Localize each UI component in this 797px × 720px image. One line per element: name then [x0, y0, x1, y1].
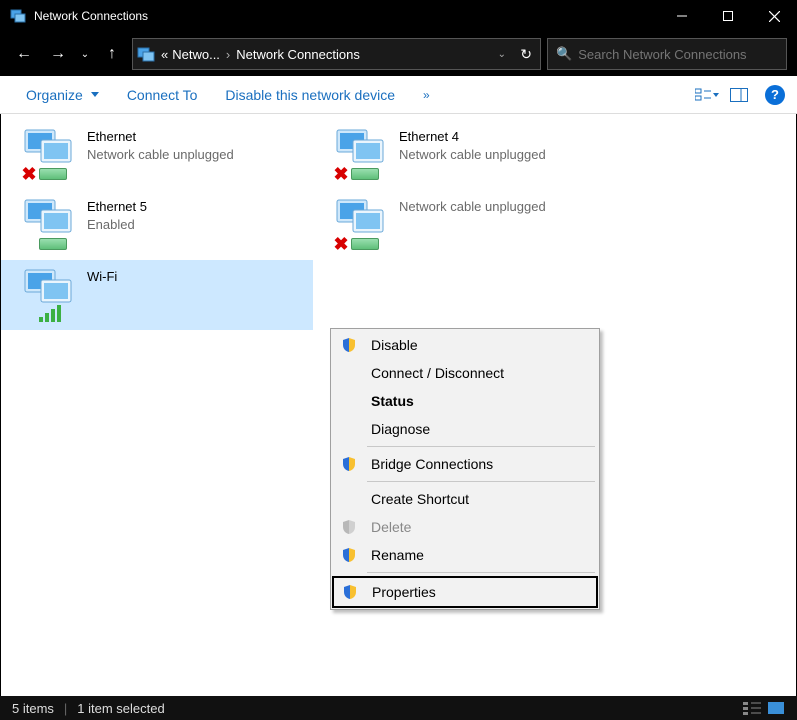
large-icons-view-icon[interactable] [767, 701, 785, 715]
context-menu-label: Diagnose [371, 421, 430, 437]
unplugged-icon: ✖ [331, 234, 351, 254]
search-input[interactable] [578, 47, 778, 62]
context-menu-item[interactable]: Bridge Connections [333, 450, 597, 478]
disable-device-button[interactable]: Disable this network device [211, 87, 409, 103]
connection-item[interactable]: ✖ EthernetNetwork cable unplugged [1, 120, 313, 190]
connection-icon: ✖ [333, 196, 389, 252]
context-menu-label: Connect / Disconnect [371, 365, 504, 381]
connection-name: Ethernet 5 [87, 198, 147, 216]
window-title: Network Connections [34, 9, 659, 23]
organize-menu[interactable]: Organize [12, 87, 113, 103]
statusbar-separator: | [64, 701, 67, 716]
nic-card-icon [351, 168, 379, 180]
context-menu-separator [367, 446, 595, 447]
selection-count: 1 item selected [77, 701, 164, 716]
back-button[interactable]: ← [10, 40, 38, 68]
connection-name: Wi-Fi [87, 268, 117, 286]
connection-icon: ✖ [333, 126, 389, 182]
context-menu-separator [367, 481, 595, 482]
context-menu-label: Status [371, 393, 414, 409]
breadcrumb-prefix: « [159, 47, 170, 62]
unplugged-icon: ✖ [331, 164, 351, 184]
address-bar[interactable]: « Netwo... › Network Connections ⌄ ↻ [132, 38, 541, 70]
connection-status: Enabled [87, 216, 147, 234]
unplugged-icon: ✖ [19, 164, 39, 184]
connection-text: Ethernet 4Network cable unplugged [399, 126, 546, 164]
history-dropdown[interactable]: ⌄ [78, 40, 92, 68]
context-menu-item[interactable]: Status [333, 387, 597, 415]
context-menu: Disable Connect / Disconnect Status Diagnos… [330, 328, 600, 610]
navigation-bar: ← → ⌄ ↑ « Netwo... › Network Connections… [0, 32, 797, 76]
context-menu-item[interactable]: Disable [333, 331, 597, 359]
breadcrumb-seg-1[interactable]: Netwo... [170, 47, 222, 62]
shield-icon [341, 337, 357, 353]
connection-item[interactable]: ✖ Network cable unplugged [313, 190, 625, 260]
window-controls [659, 0, 797, 32]
nic-card-icon [39, 238, 67, 250]
location-icon [137, 45, 155, 63]
context-menu-item[interactable]: Create Shortcut [333, 485, 597, 513]
connection-status: Network cable unplugged [399, 146, 546, 164]
context-menu-label: Delete [371, 519, 411, 535]
connect-to-button[interactable]: Connect To [113, 87, 212, 103]
app-icon [10, 8, 26, 24]
connection-text: Network cable unplugged [399, 196, 546, 216]
nic-card-icon [39, 168, 67, 180]
shield-icon [341, 519, 357, 535]
connection-name: Ethernet [87, 128, 234, 146]
view-options-button[interactable] [693, 83, 721, 107]
details-view-icon[interactable] [743, 701, 761, 715]
help-button[interactable]: ? [765, 85, 785, 105]
connection-icon: ✖ [21, 126, 77, 182]
nic-card-icon [351, 238, 379, 250]
context-menu-label: Rename [371, 547, 424, 563]
connection-name: Ethernet 4 [399, 128, 546, 146]
command-bar: Organize Connect To Disable this network… [0, 76, 797, 114]
forward-button[interactable]: → [44, 40, 72, 68]
close-button[interactable] [751, 0, 797, 32]
context-menu-item[interactable]: Diagnose [333, 415, 597, 443]
connection-list: ✖EthernetNetwork cable unplugged✖Etherne… [1, 114, 796, 330]
connection-item[interactable]: Ethernet 5Enabled [1, 190, 313, 260]
disable-label: Disable this network device [225, 87, 395, 103]
context-menu-item[interactable]: Rename [333, 541, 597, 569]
address-dropdown-icon[interactable]: ⌄ [498, 49, 506, 60]
up-button[interactable]: ↑ [98, 40, 126, 68]
item-count: 5 items [12, 701, 54, 716]
wifi-signal-icon [39, 305, 61, 322]
connection-icon [21, 266, 77, 322]
connection-status: Network cable unplugged [87, 146, 234, 164]
status-bar: 5 items | 1 item selected [0, 696, 797, 720]
context-menu-label: Properties [372, 584, 436, 600]
connection-text: EthernetNetwork cable unplugged [87, 126, 234, 164]
connection-text: Ethernet 5Enabled [87, 196, 147, 234]
context-menu-item[interactable]: Connect / Disconnect [333, 359, 597, 387]
connection-status: Network cable unplugged [399, 198, 546, 216]
connect-label: Connect To [127, 87, 198, 103]
shield-icon [341, 547, 357, 563]
shield-icon [341, 456, 357, 472]
title-bar: Network Connections [0, 0, 797, 32]
refresh-button[interactable]: ↻ [520, 46, 532, 63]
context-menu-item: Delete [333, 513, 597, 541]
breadcrumb-seg-2[interactable]: Network Connections [234, 47, 362, 62]
context-menu-label: Create Shortcut [371, 491, 469, 507]
organize-label: Organize [26, 87, 83, 103]
preview-pane-button[interactable] [725, 83, 753, 107]
context-menu-label: Disable [371, 337, 418, 353]
context-menu-separator [367, 572, 595, 573]
connection-icon [21, 196, 77, 252]
context-menu-item[interactable]: Properties [332, 576, 598, 608]
connection-item[interactable]: ✖ Ethernet 4Network cable unplugged [313, 120, 625, 190]
context-menu-label: Bridge Connections [371, 456, 493, 472]
overflow-button[interactable]: » [423, 88, 430, 102]
connection-item[interactable]: Wi-Fi [1, 260, 313, 330]
search-icon: 🔍 [556, 46, 572, 62]
maximize-button[interactable] [705, 0, 751, 32]
breadcrumb-separator: › [222, 47, 234, 62]
connection-text: Wi-Fi [87, 266, 117, 286]
minimize-button[interactable] [659, 0, 705, 32]
shield-icon [342, 584, 358, 600]
search-box[interactable]: 🔍 [547, 38, 787, 70]
